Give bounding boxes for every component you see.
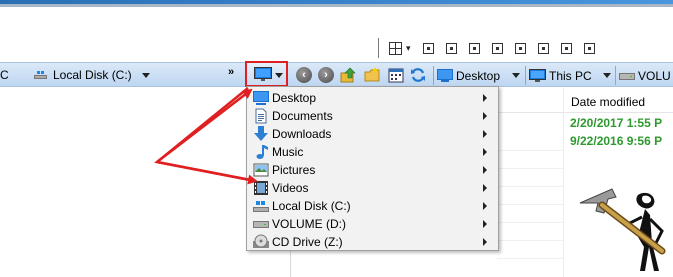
- annotation-arrows: [154, 87, 258, 185]
- hammer-man-mascot-icon: [579, 188, 666, 271]
- explorer-window: ▾ C Local Disk (C:) » ‹ › Desktop This P…: [0, 0, 673, 277]
- annotation-arrow-to-menu: [156, 160, 258, 185]
- annotation-arrow-to-button: [156, 88, 253, 163]
- annotation-arrow-line: [154, 87, 256, 183]
